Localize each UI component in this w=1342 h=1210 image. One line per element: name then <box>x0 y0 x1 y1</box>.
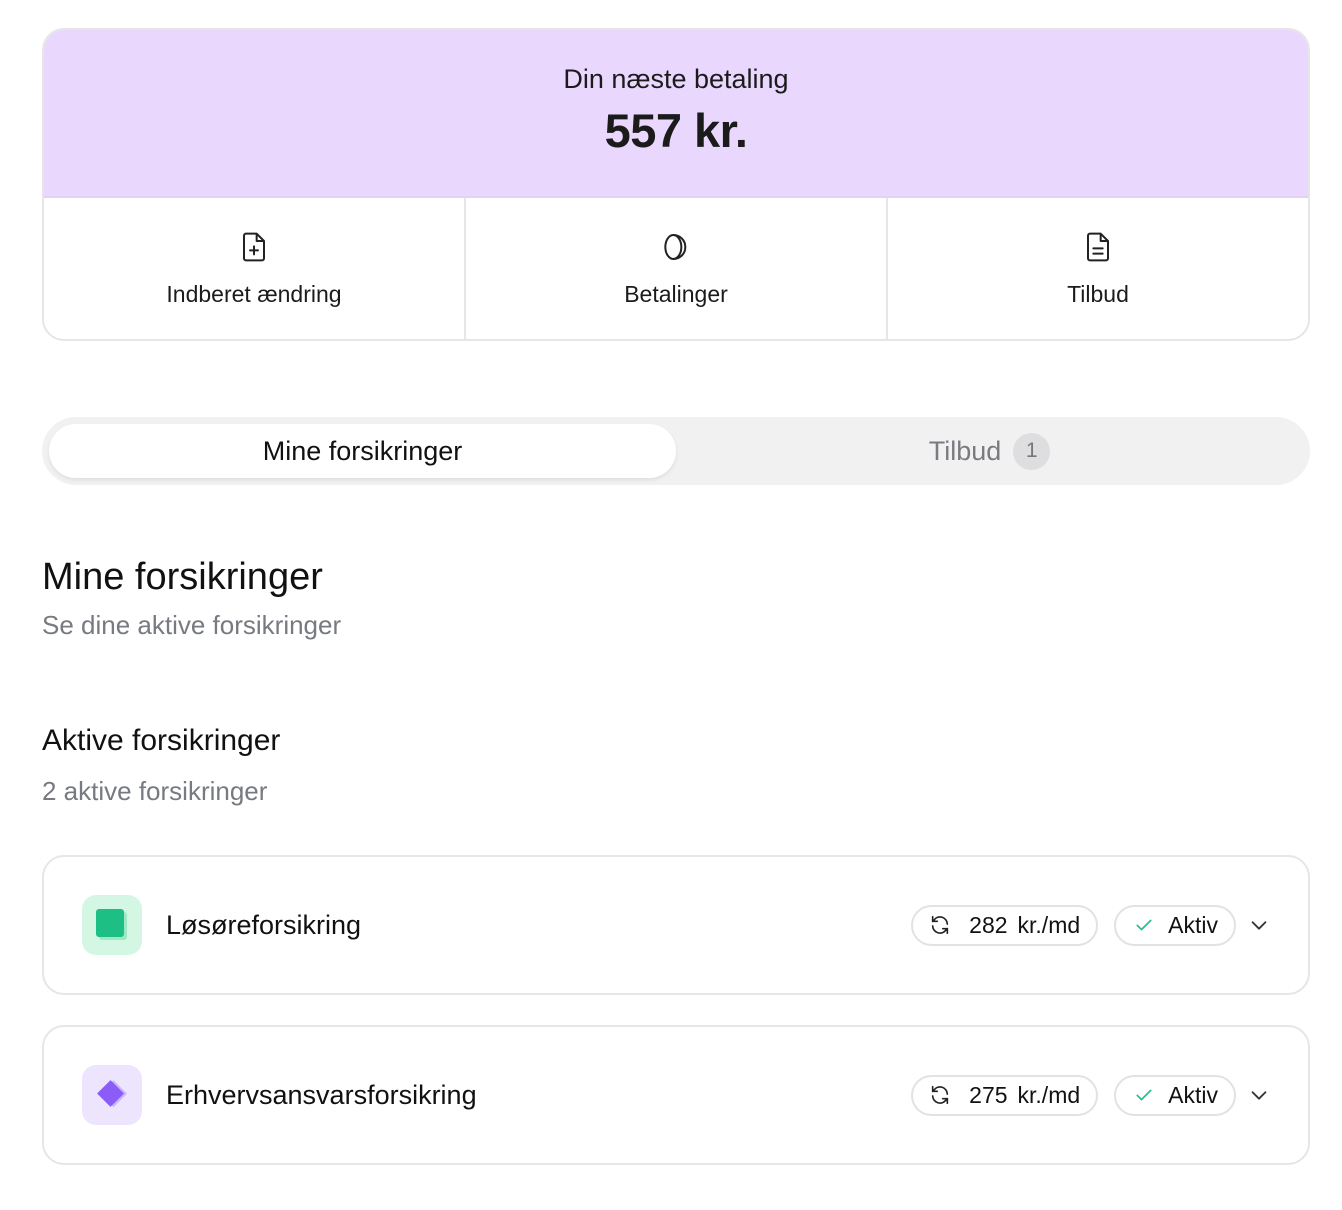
status-badge: Aktiv <box>1114 1074 1236 1116</box>
tab-offers-label: Tilbud <box>928 435 1002 466</box>
price-value: 282 <box>969 911 1008 938</box>
tab-bar: Mine forsikringer Tilbud 1 <box>42 417 1310 485</box>
purple-diamond-icon <box>82 1065 142 1125</box>
check-icon <box>1136 1089 1152 1101</box>
policy-name: Erhvervsansvarsforsikring <box>166 1079 477 1110</box>
quick-actions: Indberet ændring Betalinger Tilbud <box>44 198 1308 339</box>
price-unit: kr./md <box>1017 1081 1081 1108</box>
check-icon <box>1136 919 1152 931</box>
file-text-icon <box>1087 232 1109 262</box>
tab-offers[interactable]: Tilbud 1 <box>676 424 1303 478</box>
policy-card[interactable]: Erhvervsansvarsforsikring 275 kr./md Akt… <box>42 1025 1310 1165</box>
price-pill: 282 kr./md <box>911 904 1099 946</box>
payment-amount: 557 kr. <box>604 104 748 157</box>
payment-card: Din næste betaling 557 kr. Indberet ændr… <box>42 28 1310 341</box>
status-label: Aktiv <box>1168 1081 1218 1108</box>
file-plus-icon <box>243 232 265 262</box>
policy-name: Løsøreforsikring <box>166 909 362 940</box>
price-pill: 275 kr./md <box>911 1074 1099 1116</box>
price-value: 275 <box>969 1081 1008 1108</box>
payments-label: Betalinger <box>624 281 728 307</box>
offers-count-badge: 1 <box>1013 432 1051 470</box>
page-subtitle: Se dine aktive forsikringer <box>42 610 342 640</box>
active-insurances-count: 2 aktive forsikringer <box>42 776 268 806</box>
status-badge: Aktiv <box>1114 904 1236 946</box>
tab-my-insurances-label: Mine forsikringer <box>262 435 463 466</box>
refresh-icon <box>931 1085 949 1105</box>
green-square-icon <box>82 895 142 955</box>
offers-button[interactable]: Tilbud <box>888 198 1308 339</box>
page-title: Mine forsikringer <box>42 556 323 598</box>
payments-button[interactable]: Betalinger <box>466 198 888 339</box>
policy-card[interactable]: Løsøreforsikring 282 kr./md Aktiv <box>42 855 1310 995</box>
offers-label: Tilbud <box>1067 281 1129 307</box>
chevron-down-icon[interactable] <box>1248 1084 1270 1106</box>
refresh-icon <box>931 915 949 935</box>
payment-header: Din næste betaling 557 kr. <box>44 30 1308 198</box>
coins-icon <box>664 234 687 260</box>
status-label: Aktiv <box>1168 911 1218 938</box>
tab-my-insurances[interactable]: Mine forsikringer <box>49 424 676 478</box>
active-insurances-heading: Aktive forsikringer <box>42 724 281 757</box>
chevron-down-icon[interactable] <box>1248 914 1270 936</box>
price-unit: kr./md <box>1017 911 1081 938</box>
report-change-label: Indberet ændring <box>166 281 342 307</box>
payment-label: Din næste betaling <box>563 64 789 94</box>
report-change-button[interactable]: Indberet ændring <box>44 198 466 339</box>
